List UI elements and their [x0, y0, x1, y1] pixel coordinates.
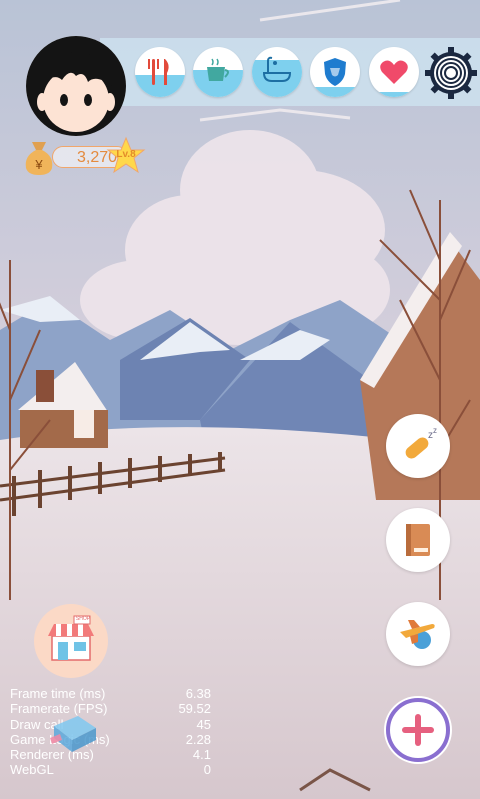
cup-icon [207, 58, 229, 81]
shield-icon [324, 58, 346, 86]
stat-value: 6.38 [185, 686, 211, 701]
shop-button[interactable]: SHOP [34, 604, 108, 678]
avatar-face-icon [26, 36, 126, 136]
bathtub-icon [262, 56, 292, 82]
airplane-icon [400, 620, 435, 649]
stat-row: Framerate (FPS) 59.52 [10, 701, 215, 716]
health-status-icon[interactable] [310, 47, 360, 97]
svg-text:¥: ¥ [34, 157, 43, 172]
performance-stats-panel: Frame time (ms) 6.38 Framerate (FPS) 59.… [10, 686, 215, 778]
stat-row: Draw call 45 [10, 717, 215, 732]
stat-row: WebGL 0 [10, 762, 215, 777]
stat-value: 45 [196, 716, 211, 732]
stat-row: Frame time (ms) 6.38 [10, 686, 215, 701]
shop-icon [48, 615, 94, 661]
travel-button[interactable] [386, 602, 450, 666]
stat-label: WebGL [10, 762, 54, 778]
svg-text:z: z [433, 426, 437, 435]
money-bag-icon: ¥ [25, 142, 53, 175]
stat-row: Game Logic (ms) 2.28 [10, 732, 215, 747]
drink-status-icon[interactable] [193, 47, 243, 97]
shop-sign: SHOP [75, 616, 91, 622]
stat-value: 59.52 [178, 701, 211, 717]
settings-gear-icon[interactable] [423, 45, 479, 101]
fork-knife-icon [148, 59, 169, 85]
stat-row: Renderer (ms) 4.1 [10, 747, 215, 762]
stat-value: 2.28 [185, 731, 211, 747]
stat-label: Frame time (ms) [10, 686, 106, 701]
sleep-pill-icon: z z [405, 426, 437, 459]
heart-icon [380, 60, 408, 84]
sleep-button[interactable]: z z [386, 414, 450, 478]
food-status-icon[interactable] [135, 47, 185, 97]
coin-panel: 3,270 ¥ Lv.8 [22, 136, 146, 176]
stat-value: 4.1 [192, 747, 211, 763]
player-avatar[interactable] [26, 36, 126, 136]
clean-status-icon[interactable] [252, 47, 302, 97]
gift-box-icon[interactable] [44, 708, 100, 752]
add-button[interactable] [384, 696, 452, 764]
level-label: Lv.8 [116, 149, 136, 160]
plus-icon [386, 698, 450, 762]
book-icon [406, 524, 430, 556]
mood-status-icon[interactable] [369, 47, 419, 97]
stat-value: 0 [203, 762, 211, 778]
book-button[interactable] [386, 508, 450, 572]
